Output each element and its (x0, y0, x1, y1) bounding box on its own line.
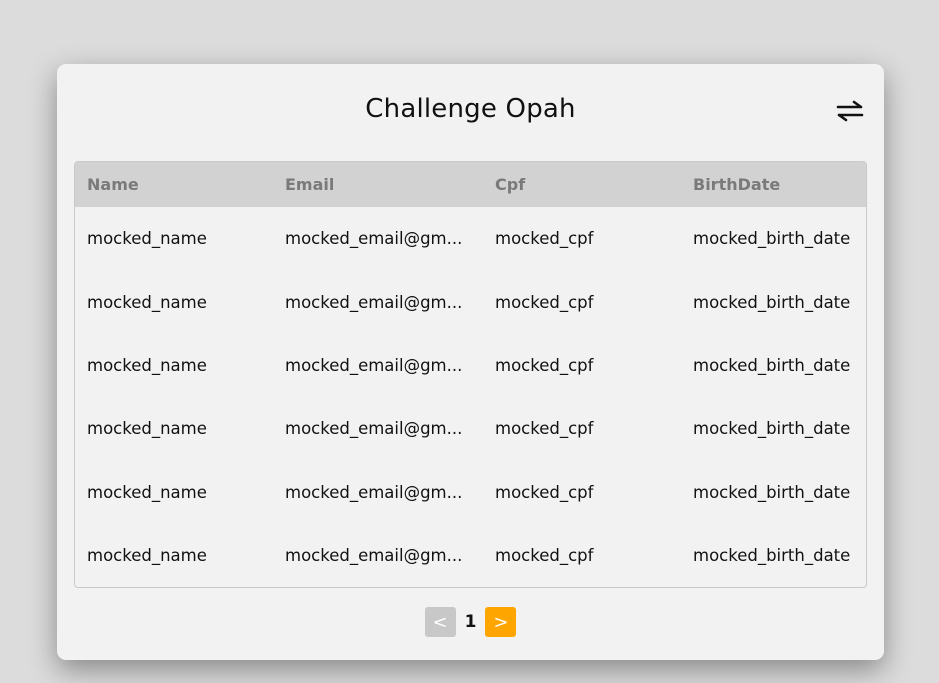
cell-cpf: mocked_cpf (495, 546, 594, 566)
cell-email: mocked_email@gm... (285, 229, 463, 249)
cell-name: mocked_name (87, 419, 207, 439)
column-header-email[interactable]: Email (273, 162, 483, 207)
cell-cpf: mocked_cpf (495, 419, 594, 439)
current-page-number: 1 (464, 612, 477, 632)
cell-email: mocked_email@gm... (285, 419, 463, 439)
table-row: mocked_name mocked_email@gm... mocked_cp… (75, 397, 866, 460)
table-row: mocked_name mocked_email@gm... mocked_cp… (75, 334, 866, 397)
cell-cpf: mocked_cpf (495, 292, 594, 312)
cell-name: mocked_name (87, 482, 207, 502)
table-row: mocked_name mocked_email@gm... mocked_cp… (75, 207, 866, 270)
cell-email: mocked_email@gm... (285, 292, 463, 312)
swap-arrows-icon (836, 100, 864, 122)
next-page-button[interactable]: > (485, 607, 517, 637)
cell-birthdate: mocked_birth_date (693, 546, 851, 566)
cell-email: mocked_email@gm... (285, 546, 463, 566)
cell-name: mocked_name (87, 229, 207, 249)
column-header-cpf[interactable]: Cpf (483, 162, 681, 207)
table-row: mocked_name mocked_email@gm... mocked_cp… (75, 270, 866, 333)
page-title: Challenge Opah (365, 94, 576, 124)
cell-name: mocked_name (87, 355, 207, 375)
cell-name: mocked_name (87, 292, 207, 312)
column-header-birthdate[interactable]: BirthDate (681, 162, 866, 207)
cell-cpf: mocked_cpf (495, 355, 594, 375)
main-card: Challenge Opah Name Email Cpf BirthDate … (57, 64, 884, 660)
cell-birthdate: mocked_birth_date (693, 482, 851, 502)
cell-cpf: mocked_cpf (495, 229, 594, 249)
prev-page-button[interactable]: < (424, 607, 456, 637)
users-table: Name Email Cpf BirthDate mocked_name moc… (74, 161, 867, 588)
cell-birthdate: mocked_birth_date (693, 229, 851, 249)
cell-birthdate: mocked_birth_date (693, 292, 851, 312)
cell-email: mocked_email@gm... (285, 355, 463, 375)
cell-birthdate: mocked_birth_date (693, 419, 851, 439)
column-header-name[interactable]: Name (75, 162, 273, 207)
swap-button[interactable] (831, 96, 869, 126)
table-row: mocked_name mocked_email@gm... mocked_cp… (75, 524, 866, 587)
table-row: mocked_name mocked_email@gm... mocked_cp… (75, 461, 866, 524)
table-header-row: Name Email Cpf BirthDate (75, 162, 866, 207)
cell-email: mocked_email@gm... (285, 482, 463, 502)
cell-birthdate: mocked_birth_date (693, 355, 851, 375)
pagination: < 1 > (57, 607, 884, 637)
cell-cpf: mocked_cpf (495, 482, 594, 502)
cell-name: mocked_name (87, 546, 207, 566)
